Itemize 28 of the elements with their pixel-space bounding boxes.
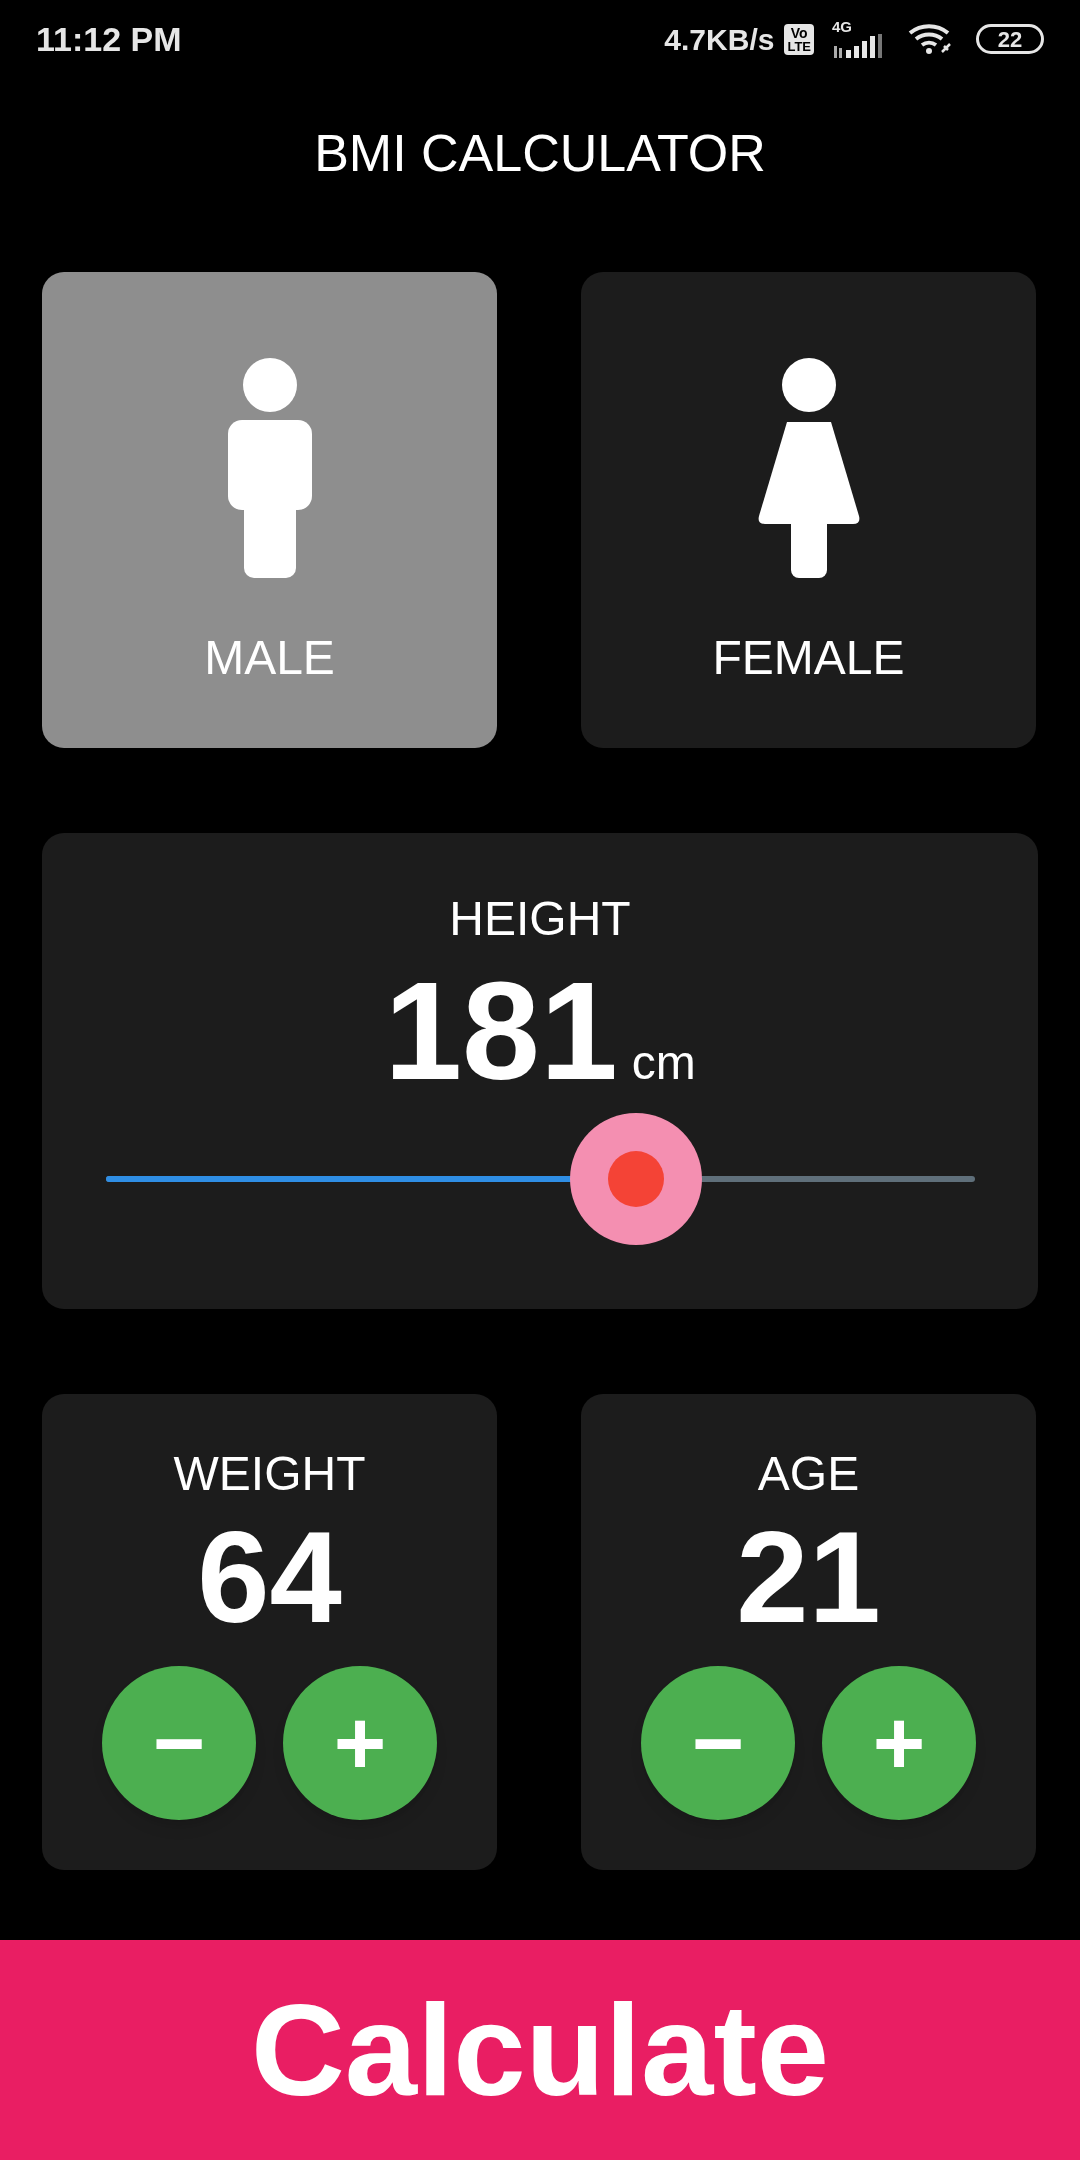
gender-card[interactable]: FEMALE <box>581 272 1036 748</box>
height-slider[interactable] <box>105 1113 975 1245</box>
network-speed: 4.7KB/s <box>664 21 775 58</box>
app-title: BMI CALCULATOR <box>313 123 767 184</box>
volte-text: LTE <box>787 39 811 53</box>
signal-icon <box>832 33 884 60</box>
counter-value: 64 <box>197 1512 342 1642</box>
volte-text: Vo <box>790 25 808 40</box>
height-value: 181 <box>384 961 618 1101</box>
decrement-button[interactable]: − <box>102 1666 256 1820</box>
gender-label: FEMALE <box>712 630 905 686</box>
increment-button[interactable]: + <box>822 1666 976 1820</box>
increment-button[interactable]: + <box>283 1666 437 1820</box>
battery-level: 22 <box>997 25 1023 54</box>
counter-label: AGE <box>757 1450 860 1498</box>
wifi-icon <box>908 22 954 56</box>
network-type: 4G <box>832 18 852 34</box>
clock-time: 11:12 PM <box>36 18 182 60</box>
decrement-button[interactable]: − <box>641 1666 795 1820</box>
height-label: HEIGHT <box>449 895 631 943</box>
counter-value: 21 <box>736 1512 881 1642</box>
male-figure-icon <box>227 358 312 578</box>
calculate-button[interactable]: Calculate <box>0 1940 1080 2160</box>
counter-label: WEIGHT <box>173 1450 366 1498</box>
gender-card[interactable]: MALE <box>42 272 497 748</box>
female-figure-icon <box>756 358 861 578</box>
unit-label: cm <box>631 1035 696 1091</box>
gender-label: MALE <box>204 630 335 686</box>
